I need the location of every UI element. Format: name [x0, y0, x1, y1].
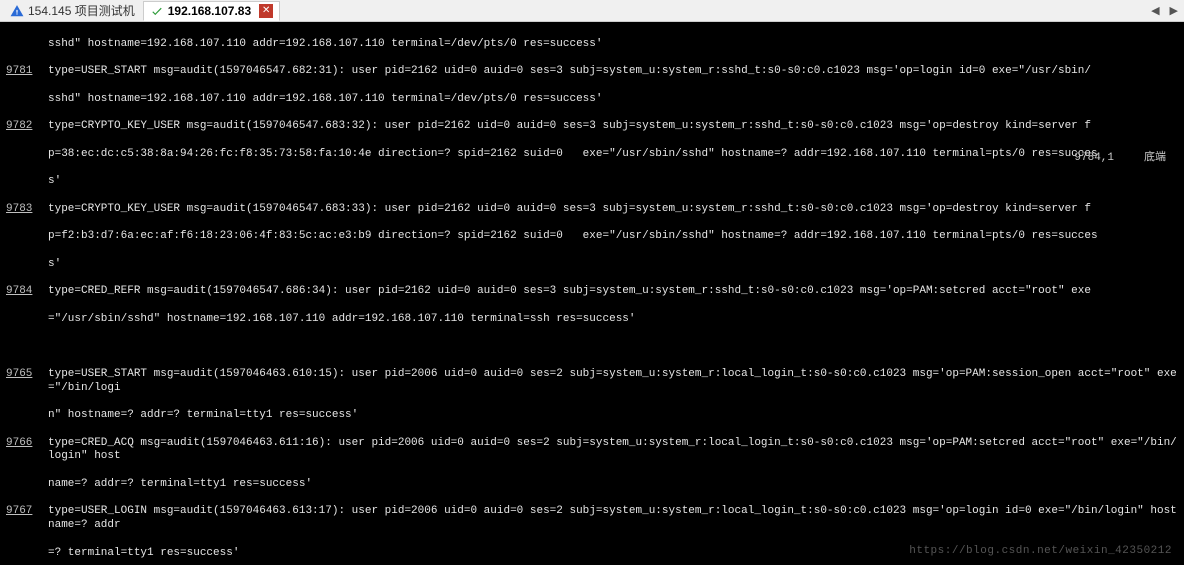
tab-bar: 154.145 项目测试机 192.168.107.83 ✕ ◀ ▶ [0, 0, 1184, 22]
alert-icon [10, 4, 24, 18]
tab-nav: ◀ ▶ [1149, 4, 1180, 17]
log-text: type=CRED_ACQ msg=audit(1597046463.611:1… [48, 437, 1178, 465]
line-number: 9781 [6, 65, 40, 79]
line-number: 9767 [6, 505, 40, 519]
log-fragment: n" hostname=? addr=? terminal=tty1 res=s… [6, 409, 1178, 423]
log-line: 9765 type=USER_START msg=audit(159704646… [6, 368, 1178, 396]
log-blank [6, 340, 1178, 354]
nav-prev-icon[interactable]: ◀ [1149, 4, 1161, 17]
cursor-position: 9784,1 [1074, 152, 1114, 166]
watermark: https://blog.csdn.net/weixin_42350212 [909, 545, 1172, 559]
log-text: type=CRED_REFR msg=audit(1597046547.686:… [48, 285, 1178, 299]
log-text: type=USER_START msg=audit(1597046547.682… [48, 65, 1178, 79]
tab-project-test[interactable]: 154.145 项目测试机 [4, 0, 141, 21]
line-number: 9765 [6, 368, 40, 382]
log-line: 9781 type=USER_START msg=audit(159704654… [6, 65, 1178, 79]
tab-ip-active[interactable]: 192.168.107.83 ✕ [143, 1, 280, 21]
log-text: type=CRYPTO_KEY_USER msg=audit(159704654… [48, 203, 1178, 217]
line-number: 9766 [6, 437, 40, 451]
close-icon[interactable]: ✕ [259, 4, 273, 18]
log-fragment: p=38:ec:dc:c5:38:8a:94:26:fc:f8:35:73:58… [6, 148, 1178, 162]
vim-status: 9784,1 底端 [1074, 152, 1166, 166]
log-line: 9782 type=CRYPTO_KEY_USER msg=audit(1597… [6, 120, 1178, 134]
tab-label: 192.168.107.83 [168, 4, 251, 18]
log-fragment: sshd" hostname=192.168.107.110 addr=192.… [6, 93, 1178, 107]
log-text: type=CRYPTO_KEY_USER msg=audit(159704654… [48, 120, 1178, 134]
log-line: 9766 type=CRED_ACQ msg=audit(1597046463.… [6, 437, 1178, 465]
log-text: type=USER_LOGIN msg=audit(1597046463.613… [48, 505, 1178, 533]
file-position: 底端 [1144, 152, 1166, 166]
nav-next-icon[interactable]: ▶ [1168, 4, 1180, 17]
line-number: 9783 [6, 203, 40, 217]
log-line: 9767 type=USER_LOGIN msg=audit(159704646… [6, 505, 1178, 533]
line-number: 9784 [6, 285, 40, 299]
log-fragment: p=f2:b3:d7:6a:ec:af:f6:18:23:06:4f:83:5c… [6, 230, 1178, 244]
log-fragment: s' [6, 258, 1178, 272]
terminal-output[interactable]: sshd" hostname=192.168.107.110 addr=192.… [0, 22, 1184, 565]
log-text: type=USER_START msg=audit(1597046463.610… [48, 368, 1178, 396]
log-fragment: name=? addr=? terminal=tty1 res=success' [6, 478, 1178, 492]
log-line: 9783 type=CRYPTO_KEY_USER msg=audit(1597… [6, 203, 1178, 217]
tabs-left: 154.145 项目测试机 192.168.107.83 ✕ [4, 0, 280, 21]
log-fragment: ="/usr/sbin/sshd" hostname=192.168.107.1… [6, 313, 1178, 327]
tab-label: 154.145 项目测试机 [28, 2, 135, 19]
check-icon [150, 4, 164, 18]
log-fragment: sshd" hostname=192.168.107.110 addr=192.… [6, 38, 1178, 52]
line-number: 9782 [6, 120, 40, 134]
log-fragment: s' [6, 175, 1178, 189]
log-line: 9784 type=CRED_REFR msg=audit(1597046547… [6, 285, 1178, 299]
